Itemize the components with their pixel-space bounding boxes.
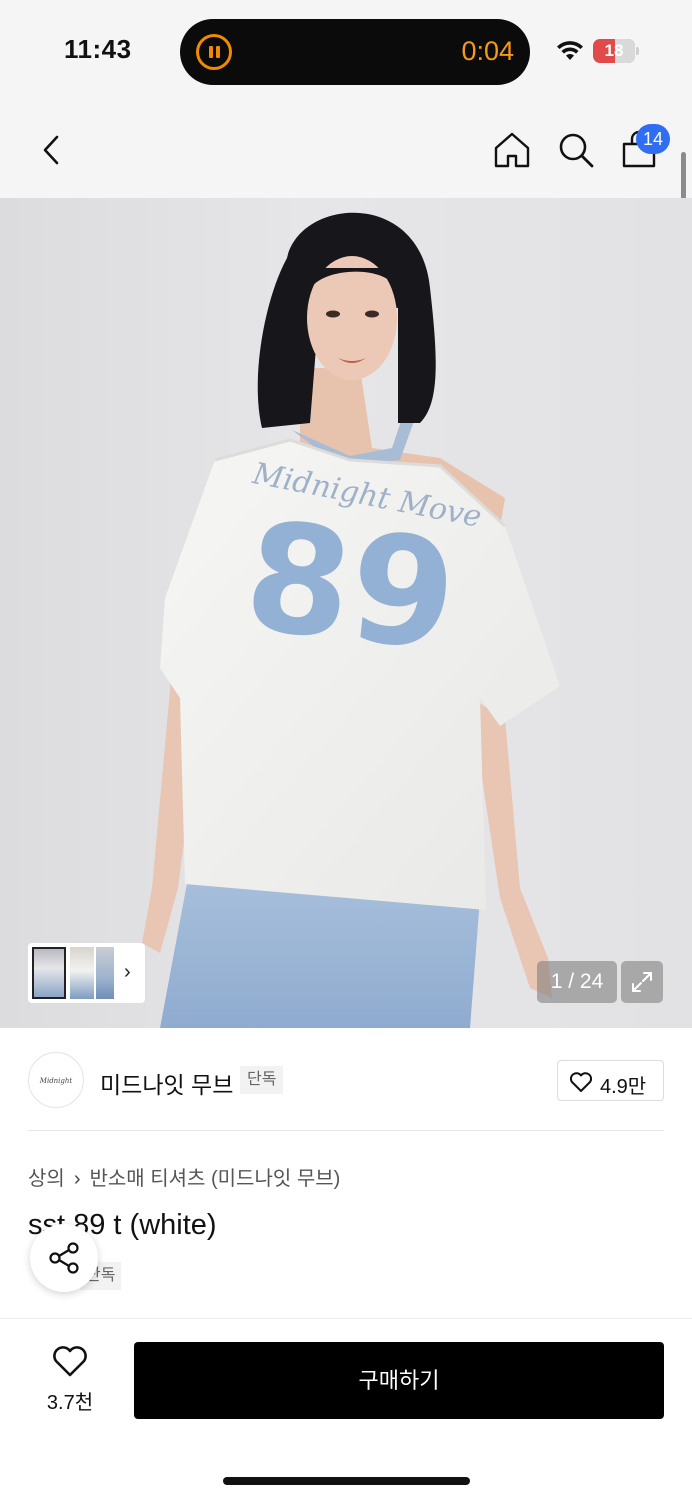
thumbnail-image[interactable]: [70, 947, 94, 999]
brand-logo[interactable]: Midnight Move: [28, 1052, 84, 1108]
brand-name[interactable]: 미드나잇 무브: [100, 1066, 233, 1100]
product-photo: Midnight Move 89: [142, 212, 560, 1028]
thumbnail-strip[interactable]: ›: [28, 943, 145, 1003]
top-nav-bar: [0, 100, 692, 198]
wishlist-count: 3.7천: [46, 1392, 94, 1414]
chevron-right-icon[interactable]: ›: [124, 961, 131, 984]
share-icon: [49, 1242, 79, 1274]
battery-icon: 18: [593, 39, 635, 63]
dynamic-island[interactable]: 0:04: [180, 19, 530, 85]
battery-nub: [636, 47, 639, 55]
status-bar: 11:43 0:04 18: [0, 0, 692, 100]
home-indicator[interactable]: [223, 1477, 470, 1485]
heart-icon: [569, 1072, 593, 1092]
battery-level: 18: [604, 41, 624, 60]
breadcrumb-category[interactable]: 상의: [28, 1168, 65, 1190]
status-time: 11:43: [64, 34, 132, 64]
heart-icon: [53, 1346, 87, 1377]
buy-button[interactable]: 구매하기: [134, 1342, 664, 1419]
pause-icon[interactable]: [196, 34, 232, 70]
breadcrumb-subcategory[interactable]: 반소매 티셔츠 (미드나잇 무브): [89, 1168, 340, 1190]
wifi-icon: [557, 41, 583, 60]
exclusive-badge: 단독: [240, 1066, 284, 1094]
thumbnail-image[interactable]: [32, 947, 66, 999]
divider: [28, 1130, 664, 1131]
cart-count-badge[interactable]: 14: [636, 124, 670, 154]
chevron-right-icon: ›: [73, 1168, 81, 1190]
back-icon[interactable]: [32, 130, 72, 170]
share-button[interactable]: [30, 1224, 98, 1292]
image-page-counter: 1 / 24: [537, 961, 617, 1003]
expand-icon: [632, 972, 652, 992]
thumbnail-image[interactable]: [96, 947, 114, 999]
activity-timer: 0:04: [461, 36, 514, 66]
expand-image-button[interactable]: [621, 961, 663, 1003]
brand-like-count: 4.9만: [600, 1076, 647, 1098]
search-icon[interactable]: [556, 130, 596, 170]
bottom-bar-divider: [0, 1318, 692, 1319]
wishlist-button[interactable]: 3.7천: [30, 1344, 110, 1416]
breadcrumb: 상의 › 반소매 티셔츠 (미드나잇 무브): [28, 1162, 340, 1191]
svg-text:89: 89: [238, 490, 464, 685]
home-icon[interactable]: [492, 130, 532, 170]
brand-like-button[interactable]: 4.9만: [557, 1060, 664, 1101]
product-image-gallery[interactable]: Midnight Move 89: [0, 198, 692, 1028]
